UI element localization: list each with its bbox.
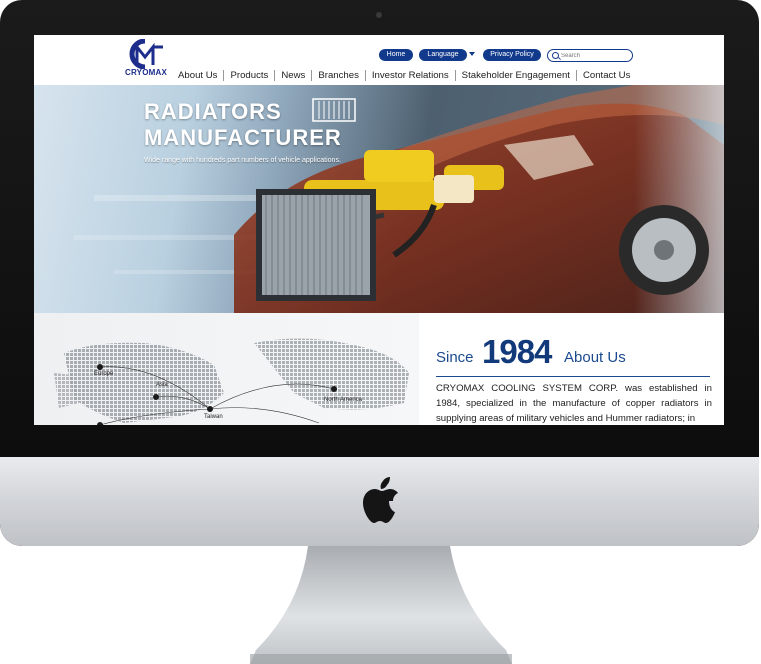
nav-item-news[interactable]: News (274, 69, 311, 81)
map-label-europe: Europe (94, 371, 114, 377)
about-us-heading: About Us (564, 349, 626, 366)
divider (436, 376, 710, 377)
map-label-asia: Asia (156, 382, 168, 388)
language-button[interactable]: Language (419, 49, 467, 61)
nav-item-stakeholder-engagement[interactable]: Stakeholder Engagement (454, 69, 576, 81)
nav-item-about-us[interactable]: About Us (172, 70, 223, 81)
radiator-icon (312, 98, 356, 122)
privacy-policy-button[interactable]: Privacy Policy (483, 49, 541, 61)
since-label: Since (436, 349, 474, 366)
cryomax-logo-icon (129, 39, 163, 69)
hero-title-line2: MANUFACTURER (144, 125, 342, 150)
site-header: CRYOMAX Home Language Privacy Policy Abo… (34, 35, 724, 85)
site-logo[interactable]: CRYOMAX (118, 39, 174, 81)
main-nav: About Us Products News Branches Investor… (172, 68, 636, 82)
car-engine-image (74, 85, 724, 313)
nav-item-branches[interactable]: Branches (311, 69, 365, 81)
map-label-north-america: North America (324, 397, 363, 403)
nav-item-contact-us[interactable]: Contact Us (575, 69, 636, 81)
monitor-stand (250, 546, 512, 664)
home-button[interactable]: Home (379, 49, 413, 61)
nav-item-investor-relations[interactable]: Investor Relations (364, 69, 455, 81)
logo-text: CRYOMAX (125, 68, 167, 77)
about-paragraph: CRYOMAX COOLING SYSTEM CORP. was establi… (436, 383, 712, 424)
nav-item-products[interactable]: Products (223, 69, 274, 81)
hero-subtitle: Wide range with hundreds part numbers of… (144, 157, 341, 164)
world-map-dots-image (54, 338, 409, 425)
search-icon[interactable] (552, 52, 559, 59)
camera-icon (376, 12, 382, 18)
about-section: Europe Asia Taiwan North America Since 1… (34, 313, 724, 425)
search-box[interactable] (547, 49, 633, 62)
search-input[interactable] (561, 50, 629, 61)
hero-banner[interactable]: RADIATORS MANUFACTURER Wide range with h… (34, 85, 724, 313)
chevron-down-icon[interactable] (469, 52, 475, 56)
since-year: 1984 (482, 333, 552, 370)
apple-icon (363, 477, 398, 523)
browser-screen: CRYOMAX Home Language Privacy Policy Abo… (34, 35, 724, 425)
map-label-taiwan: Taiwan (204, 414, 223, 420)
world-map: Europe Asia Taiwan North America (34, 313, 419, 425)
